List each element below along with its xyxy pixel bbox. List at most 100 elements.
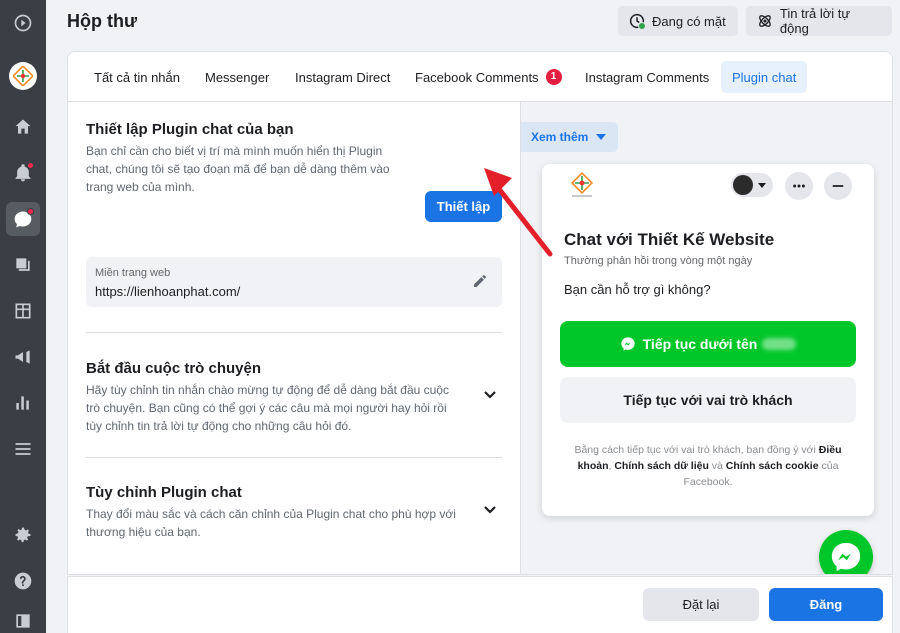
- cookie-policy-link[interactable]: Chính sách cookie: [726, 460, 819, 472]
- continue-as-user-button[interactable]: Tiếp tục dưới tên: [560, 321, 856, 367]
- profile-switcher[interactable]: [731, 173, 773, 197]
- left-sidebar: [0, 0, 46, 633]
- start-chat-desc-line: trò chuyện. Bạn cũng có thể gợi ý các câ…: [86, 401, 447, 415]
- sidebar-item-ads[interactable]: [6, 340, 40, 374]
- domain-label: Miền trang web: [95, 267, 171, 279]
- panel-icon: [16, 614, 30, 628]
- domain-value: https://lienhoanphat.com/: [95, 284, 241, 299]
- tab-label: Instagram Comments: [585, 69, 710, 85]
- auto-reply-label: Tin trả lời tự động: [779, 6, 851, 36]
- chevron-down-icon[interactable]: [482, 386, 498, 402]
- continue-as-label: Tiếp tục dưới tên: [642, 336, 758, 352]
- tab-all-messages[interactable]: Tất cả tin nhắn: [83, 61, 191, 93]
- legal-text: Bằng cách tiếp tục với vai trò khách, bạ…: [574, 444, 816, 456]
- tab-label: Facebook Comments: [415, 69, 539, 85]
- online-status-label: Đang có mặt: [652, 13, 726, 29]
- gear-icon: [15, 527, 31, 543]
- see-more-button[interactable]: Xem thêm: [521, 122, 619, 152]
- messenger-fab[interactable]: [819, 530, 873, 574]
- more-options-button[interactable]: [785, 172, 813, 200]
- facebook-comments-badge: 1: [545, 69, 562, 85]
- chevron-down-icon[interactable]: [482, 501, 498, 517]
- chat-question: Bạn cần hỗ trợ gì không?: [564, 282, 711, 297]
- atom-icon: [759, 15, 771, 27]
- reset-button[interactable]: Đặt lại: [643, 588, 759, 621]
- sidebar-item-inbox[interactable]: [6, 202, 40, 236]
- customize-title: Tùy chỉnh Plugin chat: [86, 484, 242, 501]
- sidebar-item-help[interactable]: [6, 564, 40, 598]
- help-icon: [14, 572, 32, 590]
- avatar: [733, 175, 753, 195]
- minimize-button[interactable]: [824, 172, 852, 200]
- legal-text: và: [708, 460, 726, 472]
- continue-as-guest-button[interactable]: Tiếp tục với vai trò khách: [560, 377, 856, 423]
- stack-icon: [16, 258, 30, 271]
- sidebar-item-settings[interactable]: [6, 518, 40, 552]
- inbox-panel: Tất cả tin nhắn Messenger Instagram Dire…: [67, 51, 893, 575]
- messenger-icon: [620, 337, 635, 351]
- sidebar-item-notifications[interactable]: [6, 156, 40, 190]
- pencil-icon[interactable]: [472, 273, 488, 289]
- start-chat-description: Hãy tùy chỉnh tin nhắn chào mừng tự động…: [86, 381, 449, 435]
- tab-facebook-comments[interactable]: Facebook Comments 1: [404, 61, 573, 93]
- online-status-button[interactable]: Đang có mặt: [618, 6, 738, 36]
- start-chat-title: Bắt đầu cuộc trò chuyện: [86, 360, 262, 377]
- sidebar-item-more[interactable]: [6, 604, 40, 633]
- publish-button[interactable]: Đăng: [769, 588, 883, 621]
- setup-desc-line: Bạn chỉ cần cho biết vị trí mà mình muốn…: [86, 144, 383, 158]
- tab-messenger[interactable]: Messenger: [194, 61, 280, 93]
- preview-pane: Xem thêm Chat với Thiết Kế Website Thườn…: [520, 102, 892, 574]
- tab-instagram-comments[interactable]: Instagram Comments: [574, 61, 720, 93]
- sidebar-item-calendar[interactable]: [6, 294, 40, 328]
- sidebar-item-menu[interactable]: [6, 432, 40, 466]
- home-icon: [15, 119, 31, 134]
- setup-desc-line: chat, chúng tôi sẽ tạo đoạn mã để bạn dễ…: [86, 162, 390, 176]
- online-dot: [638, 22, 646, 30]
- domain-field[interactable]: Miền trang web https://lienhoanphat.com/: [86, 257, 502, 307]
- meta-logo-icon[interactable]: [6, 6, 40, 40]
- sidebar-item-home[interactable]: [6, 110, 40, 144]
- setup-title: Thiết lập Plugin chat của bạn: [86, 121, 294, 138]
- setup-button[interactable]: Thiết lập: [425, 191, 502, 222]
- tab-label: Messenger: [205, 69, 270, 85]
- auto-reply-button[interactable]: Tin trả lời tự động: [746, 6, 892, 36]
- setup-description: Bạn chỉ cần cho biết vị trí mà mình muốn…: [86, 142, 390, 196]
- page-title: Hộp thư: [67, 11, 138, 31]
- blurred-name: [762, 338, 797, 350]
- bar-chart-icon: [16, 396, 29, 410]
- inbox-tabs: Tất cả tin nhắn Messenger Instagram Dire…: [68, 52, 892, 102]
- divider: [86, 332, 502, 333]
- ellipsis-icon: [793, 184, 805, 188]
- tab-label: Instagram Direct: [295, 69, 391, 85]
- setup-desc-line: trang web của mình.: [86, 180, 195, 194]
- divider: [86, 457, 502, 458]
- customize-desc-line: Thay đổi màu sắc và cách căn chỉnh của P…: [86, 507, 456, 521]
- chat-plugin-preview: Chat với Thiết Kế Website Thường phản hồ…: [542, 164, 874, 516]
- messenger-icon: [831, 542, 861, 572]
- see-more-label: Xem thêm: [531, 130, 589, 144]
- sidebar-item-content[interactable]: [6, 248, 40, 282]
- start-chat-desc-line: tùy chỉnh tin trả lời tự động cho những …: [86, 419, 352, 433]
- tab-plugin-chat[interactable]: Plugin chat: [721, 61, 808, 93]
- start-chat-desc-line: Hãy tùy chỉnh tin nhắn chào mừng tự động…: [86, 383, 449, 397]
- inbox-dot: [27, 208, 34, 215]
- sidebar-item-insights[interactable]: [6, 386, 40, 420]
- data-policy-link[interactable]: Chính sách dữ liệu: [614, 460, 709, 472]
- hamburger-icon: [15, 443, 31, 455]
- chat-title: Chat với Thiết Kế Website: [564, 230, 775, 249]
- grid-icon: [15, 303, 31, 319]
- customize-desc-line: thương hiệu của bạn.: [86, 525, 201, 539]
- brand-logo-icon: [566, 170, 598, 202]
- customize-description: Thay đổi màu sắc và cách căn chỉnh của P…: [86, 505, 456, 541]
- megaphone-icon: [15, 350, 30, 364]
- caret-down-icon: [596, 134, 607, 140]
- page-avatar[interactable]: [9, 62, 37, 90]
- clock-icon-wrap: [628, 12, 652, 30]
- tab-label: Plugin chat: [732, 69, 797, 85]
- settings-pane: Thiết lập Plugin chat của bạn Bạn chỉ cầ…: [68, 102, 520, 574]
- caret-down-icon: [758, 182, 766, 188]
- notification-dot: [27, 162, 34, 169]
- legal-notice: Bằng cách tiếp tục với vai trò khách, bạ…: [564, 442, 852, 490]
- tab-instagram-direct[interactable]: Instagram Direct: [284, 61, 401, 93]
- chat-subtitle: Thường phản hồi trong vòng một ngày: [564, 255, 753, 267]
